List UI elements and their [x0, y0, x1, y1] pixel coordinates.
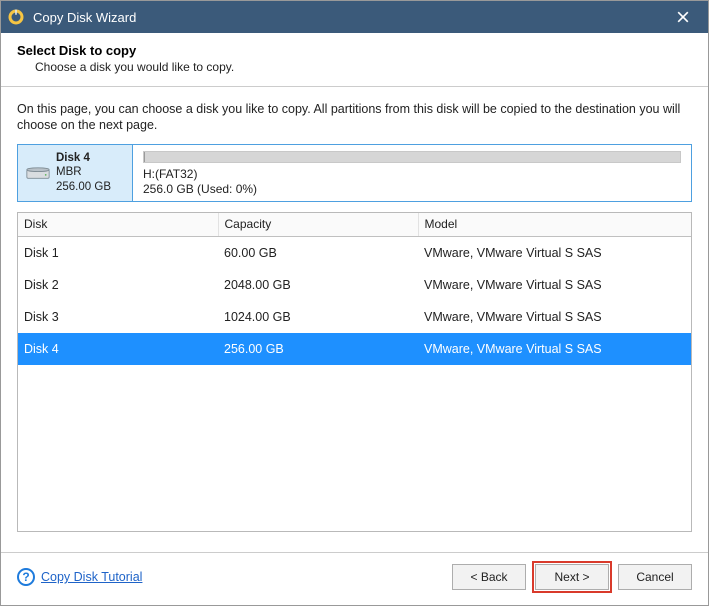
hard-drive-icon: [26, 167, 50, 181]
disk-table: Disk Capacity Model Disk 160.00 GBVMware…: [17, 212, 692, 532]
selected-disk-partition: H:(FAT32) 256.0 GB (Used: 0%): [133, 145, 691, 201]
titlebar: Copy Disk Wizard: [1, 1, 708, 33]
partition-detail: 256.0 GB (Used: 0%): [143, 182, 681, 197]
cancel-button[interactable]: Cancel: [618, 564, 692, 590]
cell-capacity: 1024.00 GB: [218, 301, 418, 333]
cell-capacity: 256.00 GB: [218, 333, 418, 365]
column-header-model[interactable]: Model: [418, 213, 691, 237]
cell-capacity: 60.00 GB: [218, 236, 418, 269]
cell-disk: Disk 2: [18, 269, 218, 301]
page-header: Select Disk to copy Choose a disk you wo…: [1, 33, 708, 87]
instruction-text: On this page, you can choose a disk you …: [1, 87, 708, 144]
cell-capacity: 2048.00 GB: [218, 269, 418, 301]
page-subtitle: Choose a disk you would like to copy.: [35, 60, 692, 74]
app-icon: [7, 8, 25, 26]
tutorial-link[interactable]: Copy Disk Tutorial: [41, 570, 142, 584]
table-row[interactable]: Disk 4256.00 GBVMware, VMware Virtual S …: [18, 333, 691, 365]
back-button[interactable]: < Back: [452, 564, 526, 590]
cell-model: VMware, VMware Virtual S SAS: [418, 301, 691, 333]
window-title: Copy Disk Wizard: [33, 10, 666, 25]
cell-disk: Disk 4: [18, 333, 218, 365]
table-row[interactable]: Disk 22048.00 GBVMware, VMware Virtual S…: [18, 269, 691, 301]
cell-model: VMware, VMware Virtual S SAS: [418, 333, 691, 365]
selected-disk-size: 256.00 GB: [56, 180, 111, 194]
cell-disk: Disk 3: [18, 301, 218, 333]
table-row[interactable]: Disk 31024.00 GBVMware, VMware Virtual S…: [18, 301, 691, 333]
cell-model: VMware, VMware Virtual S SAS: [418, 236, 691, 269]
selected-disk-panel: Disk 4 MBR 256.00 GB H:(FAT32) 256.0 GB …: [17, 144, 692, 202]
cell-model: VMware, VMware Virtual S SAS: [418, 269, 691, 301]
page-title: Select Disk to copy: [17, 43, 692, 58]
help-icon[interactable]: ?: [17, 568, 35, 586]
footer: ? Copy Disk Tutorial < Back Next > Cance…: [1, 552, 708, 605]
table-row[interactable]: Disk 160.00 GBVMware, VMware Virtual S S…: [18, 236, 691, 269]
selected-disk-name: Disk 4: [56, 151, 111, 165]
column-header-capacity[interactable]: Capacity: [218, 213, 418, 237]
cell-disk: Disk 1: [18, 236, 218, 269]
selected-disk-style: MBR: [56, 165, 111, 179]
next-button[interactable]: Next >: [535, 564, 609, 590]
partition-label: H:(FAT32): [143, 167, 681, 182]
column-header-disk[interactable]: Disk: [18, 213, 218, 237]
usage-bar: [143, 151, 681, 163]
next-button-highlight: Next >: [532, 561, 612, 593]
selected-disk-summary: Disk 4 MBR 256.00 GB: [18, 145, 133, 201]
close-icon[interactable]: [666, 1, 700, 33]
